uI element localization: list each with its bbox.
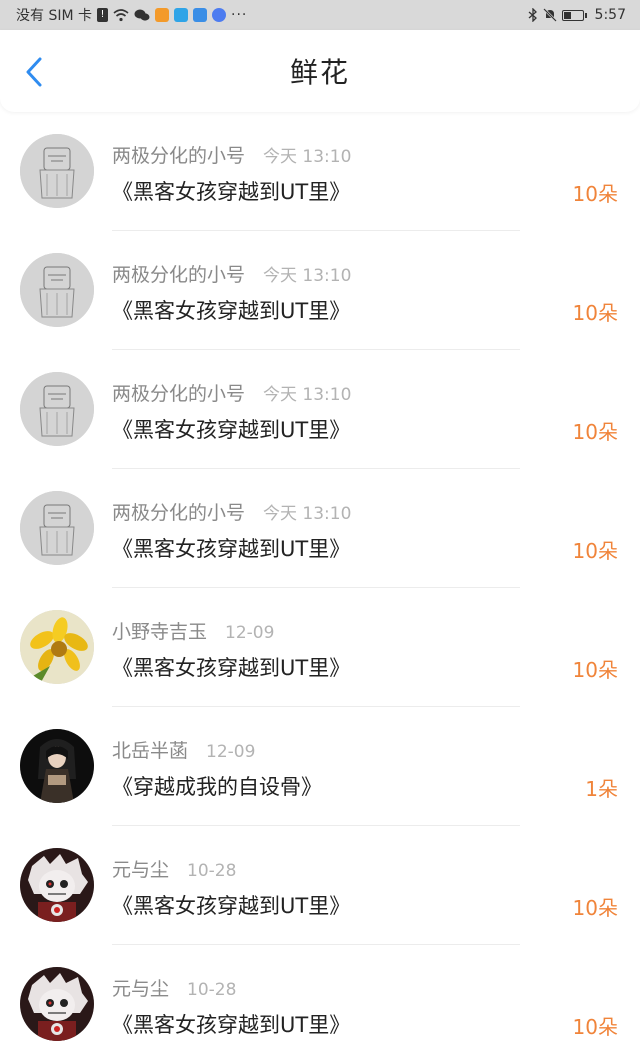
item-meta: 两极分化的小号 今天 13:10: [112, 141, 351, 168]
flower-count: 10朵: [572, 1015, 618, 1039]
item-meta: 元与尘 10-28: [112, 855, 236, 882]
gallery-app-icon: [155, 8, 169, 22]
list-item[interactable]: 小野寺吉玉 12-09 《黑客女孩穿越到UT里》 10朵: [0, 588, 640, 707]
list-item[interactable]: 两极分化的小号 今天 13:10 《黑客女孩穿越到UT里》 10朵: [0, 112, 640, 231]
sender-name[interactable]: 两极分化的小号: [112, 141, 245, 168]
flower-list: 两极分化的小号 今天 13:10 《黑客女孩穿越到UT里》 10朵 两极分化的小…: [0, 112, 640, 1064]
character-avatar[interactable]: [20, 729, 94, 803]
flower-avatar[interactable]: [20, 610, 94, 684]
flower-count: 1朵: [585, 777, 618, 801]
list-item[interactable]: 两极分化的小号 今天 13:10 《黑客女孩穿越到UT里》 10朵: [0, 231, 640, 350]
book-title[interactable]: 《穿越成我的自设骨》: [112, 771, 322, 801]
music-app-icon: [212, 8, 226, 22]
book-title[interactable]: 《黑客女孩穿越到UT里》: [112, 652, 350, 682]
list-item[interactable]: 元与尘 10-28 《黑客女孩穿越到UT里》 10朵: [0, 826, 640, 945]
send-time: 今天 13:10: [263, 504, 352, 524]
mute-bell-icon: [542, 8, 557, 22]
skull-avatar[interactable]: [20, 848, 94, 922]
flower-count: 10朵: [572, 539, 618, 563]
qq-icon: [193, 8, 207, 22]
bluetooth-icon: [528, 8, 537, 22]
more-notifications-icon: ···: [231, 7, 248, 23]
wifi-icon: [113, 9, 129, 22]
sim-alert-icon: !: [97, 8, 108, 22]
sketch-avatar[interactable]: [20, 253, 94, 327]
send-time: 今天 13:10: [263, 385, 352, 405]
book-title[interactable]: 《黑客女孩穿越到UT里》: [112, 295, 350, 325]
flower-count: 10朵: [572, 658, 618, 682]
qq-browser-icon: [174, 8, 188, 22]
item-meta: 两极分化的小号 今天 13:10: [112, 260, 351, 287]
flower-count: 10朵: [572, 182, 618, 206]
book-title[interactable]: 《黑客女孩穿越到UT里》: [112, 176, 350, 206]
item-meta: 北岳半菡 12-09: [112, 736, 255, 763]
book-title[interactable]: 《黑客女孩穿越到UT里》: [112, 890, 350, 920]
sender-name[interactable]: 元与尘: [112, 974, 169, 1001]
book-title[interactable]: 《黑客女孩穿越到UT里》: [112, 414, 350, 444]
sender-name[interactable]: 元与尘: [112, 855, 169, 882]
sender-name[interactable]: 两极分化的小号: [112, 379, 245, 406]
status-bar: 没有 SIM 卡 ! ··· 5:57: [0, 0, 640, 30]
back-button[interactable]: [18, 56, 50, 88]
sketch-avatar[interactable]: [20, 372, 94, 446]
item-meta: 元与尘 10-28: [112, 974, 236, 1001]
list-item[interactable]: 北岳半菡 12-09 《穿越成我的自设骨》 1朵: [0, 707, 640, 826]
list-item[interactable]: 两极分化的小号 今天 13:10 《黑客女孩穿越到UT里》 10朵: [0, 350, 640, 469]
sender-name[interactable]: 两极分化的小号: [112, 498, 245, 525]
header-bar: 鲜花: [0, 30, 640, 112]
chevron-left-icon: [26, 57, 42, 87]
skull-avatar[interactable]: [20, 967, 94, 1041]
clock-text: 5:57: [594, 7, 626, 23]
sketch-avatar[interactable]: [20, 491, 94, 565]
send-time: 今天 13:10: [263, 266, 352, 286]
flower-count: 10朵: [572, 301, 618, 325]
item-meta: 小野寺吉玉 12-09: [112, 617, 274, 644]
sender-name[interactable]: 两极分化的小号: [112, 260, 245, 287]
book-title[interactable]: 《黑客女孩穿越到UT里》: [112, 533, 350, 563]
item-meta: 两极分化的小号 今天 13:10: [112, 498, 351, 525]
status-bar-left: 没有 SIM 卡 ! ···: [16, 5, 247, 25]
sender-name[interactable]: 小野寺吉玉: [112, 617, 207, 644]
carrier-text: 没有 SIM 卡: [16, 8, 92, 24]
page-title: 鲜花: [289, 56, 350, 89]
send-time: 10-28: [187, 980, 237, 1000]
item-meta: 两极分化的小号 今天 13:10: [112, 379, 351, 406]
sketch-avatar[interactable]: [20, 134, 94, 208]
flower-count: 10朵: [572, 420, 618, 444]
wechat-icon: [134, 9, 150, 21]
send-time: 12-09: [206, 742, 256, 762]
send-time: 今天 13:10: [263, 147, 352, 167]
book-title[interactable]: 《黑客女孩穿越到UT里》: [112, 1009, 350, 1039]
send-time: 12-09: [225, 623, 275, 643]
sender-name[interactable]: 北岳半菡: [112, 736, 188, 763]
send-time: 10-28: [187, 861, 237, 881]
battery-icon: [561, 9, 587, 21]
list-item[interactable]: 元与尘 10-28 《黑客女孩穿越到UT里》 10朵: [0, 945, 640, 1064]
list-item[interactable]: 两极分化的小号 今天 13:10 《黑客女孩穿越到UT里》 10朵: [0, 469, 640, 588]
flower-count: 10朵: [572, 896, 618, 920]
status-bar-right: 5:57: [528, 7, 626, 23]
